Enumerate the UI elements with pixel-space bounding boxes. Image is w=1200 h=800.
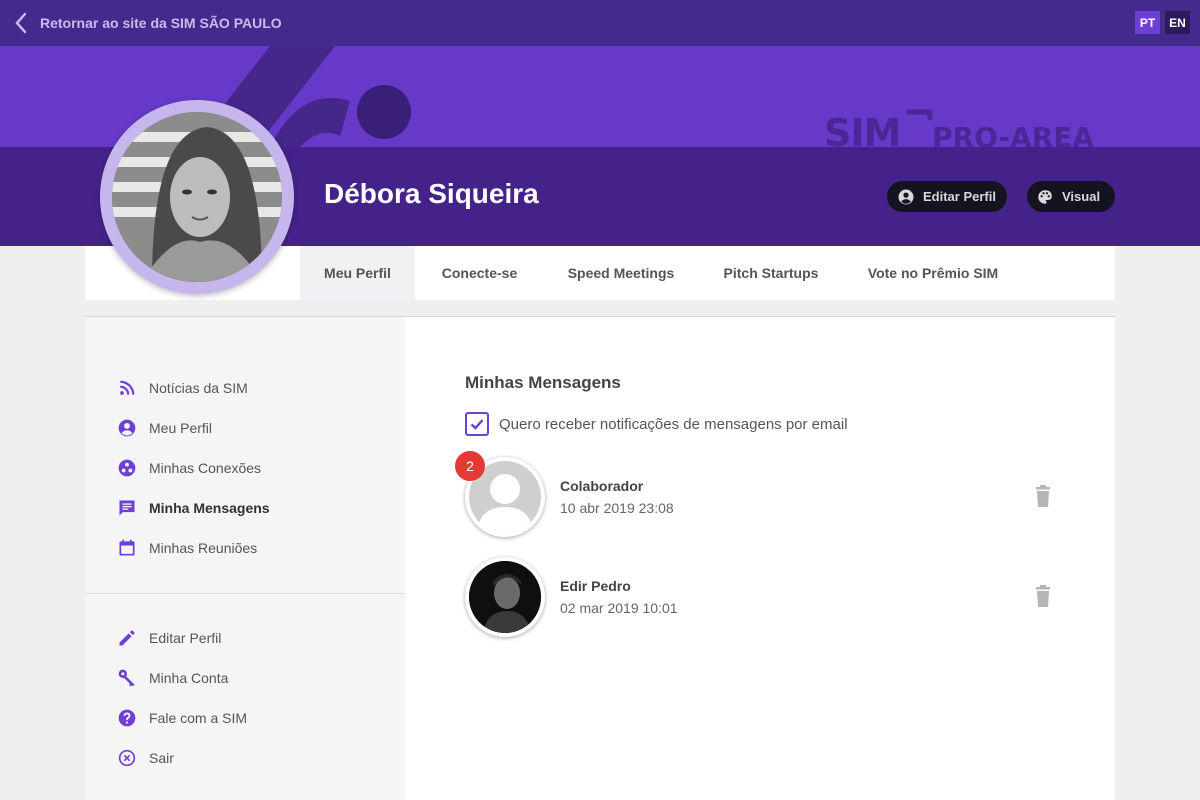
connections-icon [118, 459, 136, 477]
message-date: 10 abr 2019 23:08 [560, 500, 674, 516]
sidebar-item-label: Minha Mensagens [149, 500, 270, 516]
svg-text:PRO-AREA: PRO-AREA [932, 121, 1094, 154]
help-icon [118, 709, 136, 727]
sidebar-item-label: Sair [149, 750, 174, 766]
email-notification-option[interactable]: Quero receber notificações de mensagens … [465, 412, 848, 436]
top-bar: Retornar ao site da SIM SÃO PAULO PT EN [0, 0, 1200, 46]
sidebar-item-label: Minhas Conexões [149, 460, 262, 476]
visual-button[interactable]: Visual [1027, 181, 1115, 212]
avatar [465, 557, 545, 637]
visual-label: Visual [1062, 189, 1101, 204]
sidebar-item-label: Editar Perfil [149, 630, 222, 646]
sidebar: Notícias da SIM Meu Perfil Minhas Conexõ… [85, 316, 405, 800]
chevron-left-icon [15, 12, 27, 34]
language-pt-button[interactable]: PT [1135, 11, 1160, 34]
page-title: Minhas Mensagens [465, 373, 621, 392]
message-thread[interactable]: Edir Pedro 02 mar 2019 10:01 [465, 557, 1065, 639]
rss-icon [120, 380, 135, 395]
language-en-button[interactable]: EN [1165, 11, 1190, 34]
edit-profile-label: Editar Perfil [923, 189, 996, 204]
message-icon [119, 500, 135, 516]
tab-speed-meetings[interactable]: Speed Meetings [552, 246, 690, 300]
edit-profile-button[interactable]: Editar Perfil [887, 181, 1007, 212]
message-sender: Colaborador [560, 478, 644, 494]
sidebar-item-sair[interactable]: Sair [117, 746, 174, 770]
message-date: 02 mar 2019 10:01 [560, 600, 678, 616]
checkmark-icon [470, 419, 484, 430]
sidebar-item-mensagens[interactable]: Minha Mensagens [117, 496, 270, 520]
profile-avatar[interactable] [100, 100, 294, 294]
sidebar-item-label: Minha Conta [149, 670, 229, 686]
tab-meu-perfil[interactable]: Meu Perfil [300, 246, 415, 300]
sidebar-item-label: Notícias da SIM [149, 380, 248, 396]
profile-name: Débora Siqueira [324, 178, 539, 209]
account-circle-icon [898, 189, 914, 204]
key-icon [118, 669, 135, 687]
sidebar-item-label: Minhas Reuniões [149, 540, 258, 556]
profile-photo [112, 112, 282, 282]
email-notification-checkbox[interactable] [465, 412, 489, 436]
sender-photo [469, 561, 541, 633]
tab-conecte-se[interactable]: Conecte-se [422, 246, 537, 300]
messages-panel: Minhas Mensagens Quero receber notificaç… [405, 316, 1115, 800]
back-to-site-label: Retornar ao site da SIM SÃO PAULO [40, 15, 282, 31]
svg-text:SIM: SIM [824, 111, 900, 154]
sidebar-item-noticias[interactable]: Notícias da SIM [117, 376, 248, 400]
sidebar-item-minha-conta[interactable]: Minha Conta [117, 666, 228, 690]
close-circle-icon [118, 749, 136, 767]
sidebar-item-conexoes[interactable]: Minhas Conexões [117, 456, 261, 480]
sim-pro-area-logo: SIM PRO-AREA [824, 109, 1094, 154]
palette-icon [1038, 189, 1052, 204]
pencil-icon [119, 630, 135, 646]
sidebar-divider [85, 593, 405, 594]
calendar-icon [119, 539, 135, 556]
sidebar-item-label: Fale com a SIM [149, 710, 248, 726]
message-sender: Edir Pedro [560, 578, 631, 594]
sidebar-item-editar-perfil[interactable]: Editar Perfil [117, 626, 221, 650]
trash-icon[interactable] [1033, 485, 1053, 507]
sidebar-item-fale-com-sim[interactable]: Fale com a SIM [117, 706, 247, 730]
sidebar-item-meu-perfil[interactable]: Meu Perfil [117, 416, 212, 440]
sidebar-item-label: Meu Perfil [149, 420, 213, 436]
sidebar-item-reunioes[interactable]: Minhas Reuniões [117, 536, 257, 560]
trash-icon[interactable] [1033, 585, 1053, 607]
tab-vote-premio-sim[interactable]: Vote no Prêmio SIM [853, 246, 1013, 300]
unread-count-badge: 2 [455, 451, 485, 481]
account-circle-icon [118, 419, 136, 437]
message-thread[interactable]: 2 Colaborador 10 abr 2019 23:08 [455, 451, 1065, 539]
email-notification-label: Quero receber notificações de mensagens … [499, 415, 848, 433]
tab-pitch-startups[interactable]: Pitch Startups [707, 246, 835, 300]
back-to-site-link[interactable]: Retornar ao site da SIM SÃO PAULO [14, 0, 282, 46]
